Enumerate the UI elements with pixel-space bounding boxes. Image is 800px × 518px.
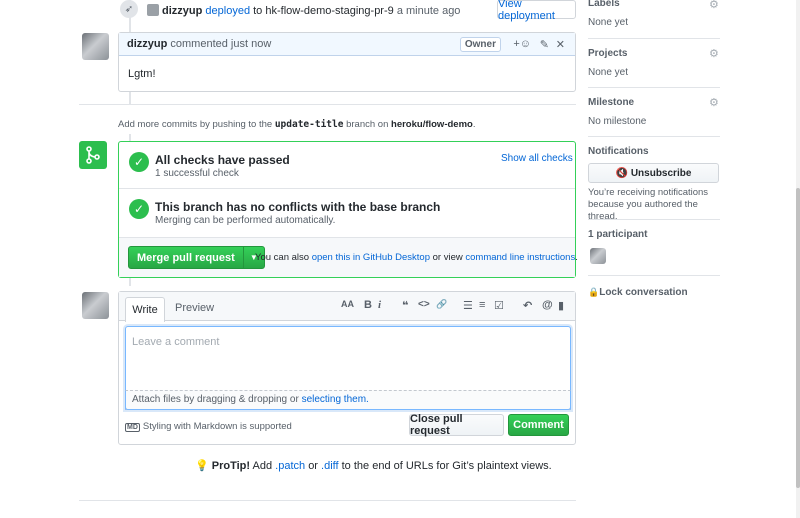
current-user-avatar[interactable] — [82, 292, 109, 319]
gear-icon[interactable]: ⚙ — [709, 47, 719, 60]
comment-placeholder: Leave a comment — [132, 336, 220, 348]
divider — [79, 104, 576, 105]
lock-conversation[interactable]: 🔒Lock conversation — [588, 286, 720, 298]
scrollbar-thumb[interactable] — [796, 188, 800, 488]
select-files-link[interactable]: selecting them. — [302, 394, 369, 405]
tab-write[interactable]: Write — [125, 297, 165, 322]
participant-avatar[interactable] — [590, 248, 606, 264]
protip: 💡 ProTip! Add .patch or .diff to the end… — [195, 460, 552, 472]
markdown-icon: MD — [125, 423, 140, 432]
markdown-note[interactable]: MD Styling with Markdown is supported — [125, 421, 292, 432]
close-pull-request-button[interactable]: Close pull request — [409, 413, 504, 437]
divider — [588, 275, 720, 276]
user-avatar[interactable] — [147, 4, 159, 16]
comment-body: Lgtm! — [128, 68, 156, 80]
notifications-reason: You’re receiving notifications because y… — [588, 187, 709, 222]
checks-title: All checks have passed — [155, 153, 290, 167]
diff-link[interactable]: .diff — [321, 460, 339, 472]
edit-pencil-icon[interactable]: ✎ — [540, 38, 549, 51]
mention-icon[interactable]: @ — [542, 299, 553, 311]
task-list-icon[interactable]: ☑ — [494, 299, 504, 312]
comment-author[interactable]: dizzyup — [127, 38, 167, 50]
merge-footer: Merge pull request ▼ You can also open t… — [119, 237, 578, 277]
lock-icon: 🔒 — [588, 287, 600, 297]
conflicts-subtitle: Merging can be performed automatically. — [155, 215, 336, 226]
numbered-list-icon[interactable]: ≡ — [479, 299, 485, 311]
merge-box: ✓ All checks have passed 1 successful ch… — [118, 141, 578, 278]
cli-instructions-link[interactable]: command line instructions — [465, 252, 575, 263]
new-comment-form: Write Preview AA B i ❝ <> 🔗 ☰ ≡ ☑ ↶ @ ▮ … — [118, 291, 576, 445]
divider — [119, 188, 575, 189]
gear-icon[interactable]: ⚙ — [709, 96, 719, 109]
commits-hint: Add more commits by pushing to the updat… — [118, 119, 476, 130]
form-footer: MD Styling with Markdown is supported Clo… — [119, 410, 575, 444]
patch-link[interactable]: .patch — [275, 460, 305, 472]
sidebar-notifications: Notifications — [588, 146, 649, 157]
deploy-environment: hk-flow-demo-staging-pr-9 — [265, 5, 394, 17]
divider — [79, 500, 576, 501]
checks-subtitle: 1 successful check — [155, 168, 239, 179]
editor-tab-bar: Write Preview AA B i ❝ <> 🔗 ☰ ≡ ☑ ↶ @ ▮ — [119, 292, 575, 322]
reply-icon[interactable]: ↶ — [523, 299, 532, 312]
quote-icon[interactable]: ❝ — [402, 299, 408, 312]
bulleted-list-icon[interactable]: ☰ — [463, 299, 473, 312]
check-icon: ✓ — [129, 199, 149, 219]
divider — [588, 87, 720, 88]
comment-meta[interactable]: commented just now — [170, 38, 271, 50]
unsubscribe-button[interactable]: 🔇 Unsubscribe — [588, 163, 719, 183]
sidebar-milestone[interactable]: Milestone No milestone — [588, 97, 720, 127]
link-icon[interactable]: 🔗 — [436, 299, 447, 310]
view-deployment-button[interactable]: View deployment — [497, 0, 576, 22]
owner-badge: Owner — [459, 37, 501, 52]
gear-icon[interactable]: ⚙ — [709, 0, 719, 11]
code-icon[interactable]: <> — [418, 299, 430, 310]
deploy-user[interactable]: dizzyup — [162, 5, 202, 17]
bold-icon[interactable]: B — [364, 299, 372, 311]
merge-pull-request-button[interactable]: Merge pull request ▼ — [128, 246, 265, 269]
sidebar-projects[interactable]: Projects None yet — [588, 48, 720, 78]
open-desktop-link[interactable]: open this in GitHub Desktop — [312, 252, 430, 263]
heading-icon[interactable]: AA — [341, 299, 354, 309]
tab-preview[interactable]: Preview — [175, 302, 214, 314]
bookmark-icon[interactable]: ▮ — [558, 299, 564, 312]
branch-name: update-title — [274, 119, 344, 130]
repo-name[interactable]: heroku/flow-demo — [391, 119, 473, 130]
divider — [588, 136, 720, 137]
comment-button[interactable]: Comment — [508, 414, 569, 436]
git-merge-icon — [79, 141, 107, 169]
sidebar-participants: 1 participant — [588, 229, 648, 240]
divider — [588, 219, 720, 220]
mute-icon: 🔇 — [615, 167, 629, 179]
show-all-checks-link[interactable]: Show all checks — [501, 153, 573, 164]
italic-icon[interactable]: i — [378, 299, 381, 311]
sidebar-labels[interactable]: Labels None yet — [588, 0, 720, 28]
deploy-to: to — [253, 5, 263, 17]
protip-label: ProTip! — [211, 460, 251, 472]
divider — [588, 38, 720, 39]
deploy-event: dizzyup deployed to hk-flow-demo-staging… — [147, 4, 460, 17]
add-reaction-icon[interactable]: +☺ — [513, 38, 531, 50]
attach-files-bar[interactable]: Attach files by dragging & dropping or s… — [125, 390, 571, 410]
comment: dizzyup commented just now Owner +☺ ✎ ✕ … — [118, 32, 576, 92]
rocket-icon: ➶ — [120, 0, 138, 18]
comment-author-avatar[interactable] — [82, 33, 109, 60]
check-icon: ✓ — [129, 152, 149, 172]
comment-header: dizzyup commented just now — [119, 33, 575, 56]
merge-hint: You can also open this in GitHub Desktop… — [255, 252, 578, 263]
deploy-time: a minute ago — [396, 5, 461, 17]
lightbulb-icon: 💡 — [195, 460, 209, 472]
deploy-action[interactable]: deployed — [205, 5, 250, 17]
close-icon[interactable]: ✕ — [556, 38, 565, 51]
conflicts-title: This branch has no conflicts with the ba… — [155, 200, 441, 214]
